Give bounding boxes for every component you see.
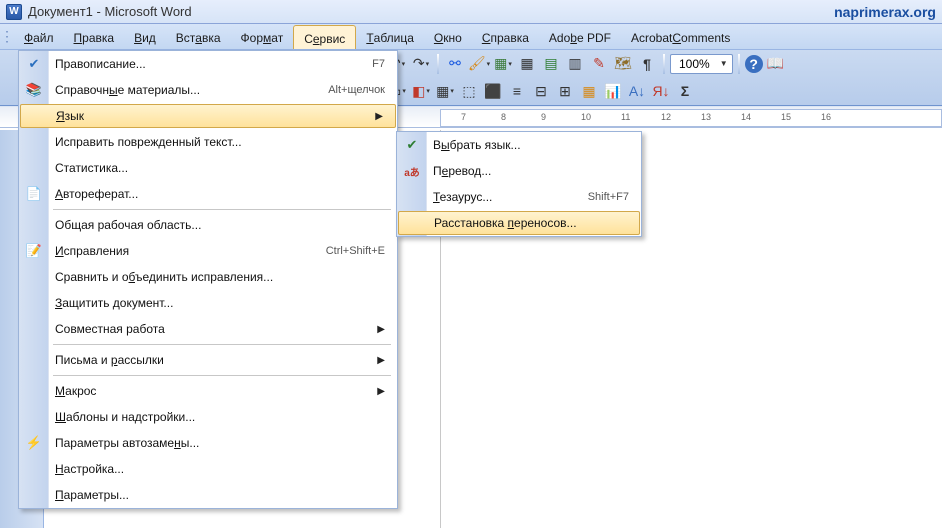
align-button[interactable]: ≡	[506, 80, 528, 102]
menu-item-choose-language[interactable]: ✔ Выбрать язык...	[397, 132, 641, 158]
menu-item-reference[interactable]: 📚 Справочные материалы... Alt+щелчок	[19, 77, 397, 103]
menu-item-customize[interactable]: Настройка...	[19, 456, 397, 482]
zoom-combo[interactable]: 100% ▼	[670, 54, 733, 74]
help-button[interactable]: ?	[745, 55, 763, 73]
zoom-value: 100%	[679, 57, 710, 71]
menu-item-hyphenation[interactable]: Расстановка переносов...	[398, 211, 640, 235]
document-map-button[interactable]: 🗺	[612, 53, 634, 75]
menu-item-collaboration[interactable]: Совместная работа ▶	[19, 316, 397, 342]
show-hide-button[interactable]: ¶	[636, 53, 658, 75]
shading-button[interactable]: ◧	[410, 80, 432, 102]
excel-button[interactable]: ▤	[540, 53, 562, 75]
menu-table[interactable]: Таблица	[356, 24, 424, 49]
lightning-icon: ⚡	[25, 434, 43, 452]
menu-edit[interactable]: Правка	[64, 24, 125, 49]
menu-item-compare-merge[interactable]: Сравнить и объединить исправления...	[19, 264, 397, 290]
split-cells-button[interactable]: ⬛	[482, 80, 504, 102]
translate-icon: aあ	[403, 162, 421, 180]
menu-grip[interactable]	[4, 24, 10, 49]
menu-item-translate[interactable]: aあ Перевод...	[397, 158, 641, 184]
title-bar: W Документ1 - Microsoft Word naprimerax.…	[0, 0, 942, 24]
format-painter-button[interactable]: 🖌	[468, 53, 490, 75]
hyperlink-button[interactable]: ⚯	[444, 53, 466, 75]
redo-button[interactable]: ↷	[410, 53, 432, 75]
autoformat-button[interactable]: ▦	[578, 80, 600, 102]
distribute-rows-button[interactable]: ⊟	[530, 80, 552, 102]
submenu-arrow-icon: ▶	[377, 324, 385, 335]
menu-format[interactable]: Формат	[231, 24, 294, 49]
merge-cells-button[interactable]: ⬚	[458, 80, 480, 102]
watermark-brand: naprimerax.org	[834, 4, 936, 20]
menu-item-fix-text[interactable]: Исправить поврежденный текст...	[19, 129, 397, 155]
autosummary-icon: 📄	[25, 185, 43, 203]
globe-check-icon: ✔	[403, 136, 421, 154]
document-title: Документ1 - Microsoft Word	[28, 4, 192, 19]
autosum-button[interactable]: Σ	[674, 80, 696, 102]
sort-asc-button[interactable]: A↓	[626, 80, 648, 102]
tables-borders-button[interactable]: ▦	[492, 53, 514, 75]
menu-item-language[interactable]: Язык ▶	[20, 104, 396, 128]
insert-table-button[interactable]: ▦	[516, 53, 538, 75]
toolbar-separator	[437, 54, 439, 74]
word-app-icon: W	[6, 4, 22, 20]
service-menu-panel: ✔ Правописание... F7 📚 Справочные матери…	[18, 50, 398, 509]
toolbar-separator	[738, 54, 740, 74]
menu-adobe-pdf[interactable]: Adobe PDF	[539, 24, 621, 49]
submenu-arrow-icon: ▶	[377, 386, 385, 397]
distribute-cols-button[interactable]: ⊞	[554, 80, 576, 102]
menu-item-options[interactable]: Параметры...	[19, 482, 397, 508]
insert-table-dropdown[interactable]: ▦	[434, 80, 456, 102]
menu-item-thesaurus[interactable]: Тезаурус... Shift+F7	[397, 184, 641, 210]
book-icon: 📚	[25, 81, 43, 99]
menu-item-letters-mailings[interactable]: Письма и рассылки ▶	[19, 347, 397, 373]
columns-button[interactable]: ▥	[564, 53, 586, 75]
menu-item-macro[interactable]: Макрос ▶	[19, 378, 397, 404]
menu-item-autocorrect-options[interactable]: ⚡ Параметры автозамены...	[19, 430, 397, 456]
menu-item-spelling[interactable]: ✔ Правописание... F7	[19, 51, 397, 77]
menu-file[interactable]: Файл	[14, 24, 64, 49]
menu-service[interactable]: Сервис	[293, 25, 356, 49]
menu-help[interactable]: Справка	[472, 24, 539, 49]
chevron-down-icon: ▼	[720, 59, 728, 68]
menu-insert[interactable]: Вставка	[166, 24, 231, 49]
track-changes-icon: 📝	[25, 242, 43, 260]
menu-item-shared-workspace[interactable]: Общая рабочая область...	[19, 212, 397, 238]
sort-desc-button[interactable]: Я↓	[650, 80, 672, 102]
menu-item-protect-document[interactable]: Защитить документ...	[19, 290, 397, 316]
submenu-arrow-icon: ▶	[377, 355, 385, 366]
menu-bar: Файл Правка Вид Вставка Формат Сервис Та…	[0, 24, 942, 50]
submenu-arrow-icon: ▶	[375, 111, 383, 122]
drawing-button[interactable]: ✎	[588, 53, 610, 75]
read-mode-button[interactable]: 📖	[765, 53, 787, 75]
spellcheck-icon: ✔	[25, 55, 43, 73]
menu-acrobat-comments[interactable]: Acrobat Comments	[621, 24, 740, 49]
menu-window[interactable]: Окно	[424, 24, 472, 49]
menu-item-statistics[interactable]: Статистика...	[19, 155, 397, 181]
language-submenu-panel: ✔ Выбрать язык... aあ Перевод... Тезаурус…	[396, 131, 642, 237]
chart-button[interactable]: 📊	[602, 80, 624, 102]
menu-item-autosummary[interactable]: 📄 Автореферат...	[19, 181, 397, 207]
toolbar-separator	[663, 54, 665, 74]
menu-item-templates-addins[interactable]: Шаблоны и надстройки...	[19, 404, 397, 430]
menu-view[interactable]: Вид	[124, 24, 166, 49]
menu-item-track-changes[interactable]: 📝 Исправления Ctrl+Shift+E	[19, 238, 397, 264]
